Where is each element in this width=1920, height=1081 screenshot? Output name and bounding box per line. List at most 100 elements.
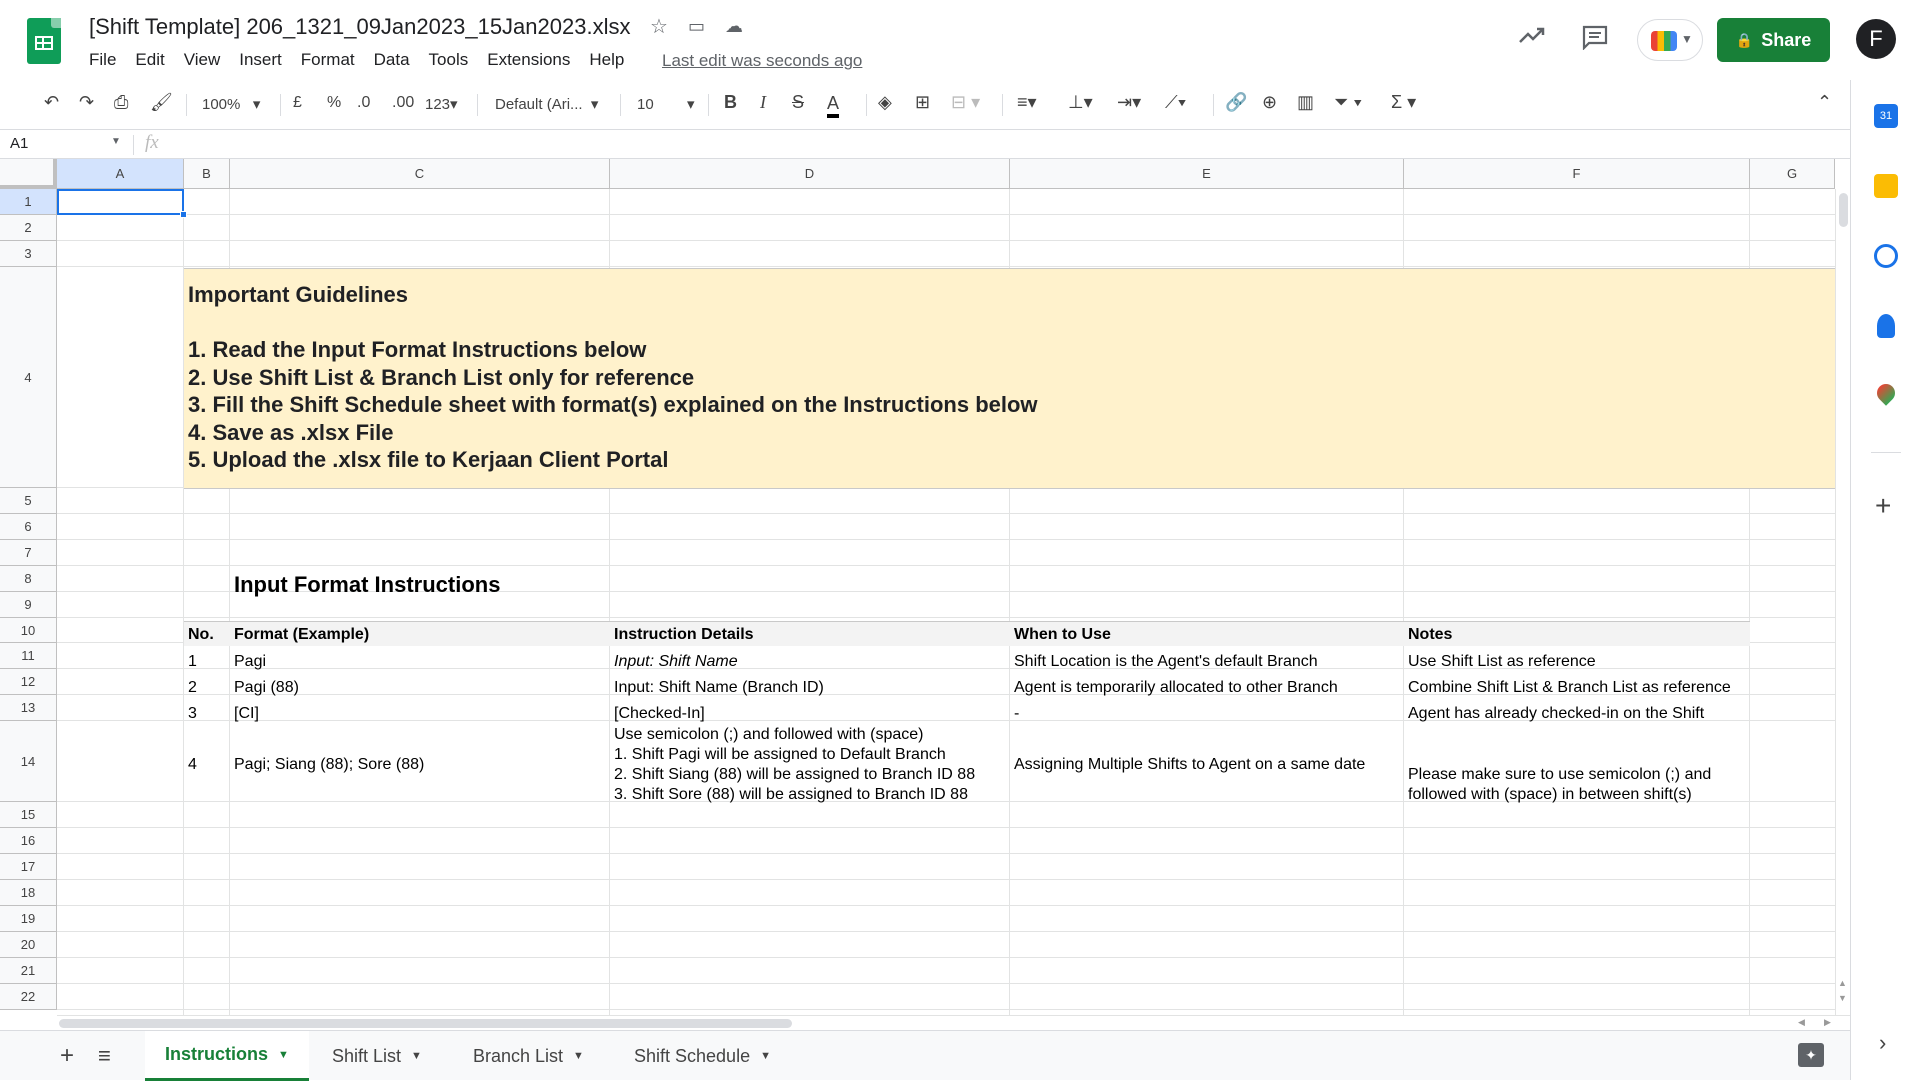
font-size-select[interactable]: 10 ▾ (637, 95, 695, 113)
zoom-select[interactable]: 100% ▾ (202, 95, 260, 113)
sheets-logo-icon[interactable] (27, 18, 61, 64)
row-header-19[interactable]: 19 (0, 906, 57, 932)
calendar-icon[interactable]: 31 (1874, 104, 1898, 128)
menu-file[interactable]: File (89, 50, 116, 70)
strikethrough-button[interactable]: S (792, 92, 804, 113)
fill-color-icon[interactable]: ◈ (878, 92, 892, 113)
cloud-status-icon[interactable]: ☁ (725, 16, 743, 37)
text-color-button[interactable]: A (827, 92, 840, 118)
spreadsheet-grid[interactable]: A B C D E F G 1 2 3 4 5 6 7 8 9 10 11 12 13 14 15 16 17 1… (0, 159, 1835, 1015)
functions-icon[interactable]: Σ ▾ (1391, 92, 1416, 113)
active-cell-selection[interactable] (57, 189, 184, 215)
menu-help[interactable]: Help (589, 50, 624, 70)
menu-extensions[interactable]: Extensions (487, 50, 570, 70)
comments-icon[interactable] (1581, 24, 1609, 57)
percent-format-button[interactable]: % (327, 94, 341, 112)
merge-cells-icon[interactable]: ⊟ ▾ (951, 92, 980, 113)
meet-button[interactable]: ▼ (1637, 19, 1703, 61)
column-header-d[interactable]: D (610, 159, 1010, 189)
move-folder-icon[interactable]: ▭ (688, 16, 705, 37)
scroll-up-arrow-icon[interactable]: ▲ (1838, 978, 1847, 988)
insert-link-icon[interactable]: 🔗 (1225, 92, 1247, 113)
row-header-18[interactable]: 18 (0, 880, 57, 906)
menu-tools[interactable]: Tools (429, 50, 469, 70)
tab-instructions[interactable]: Instructions ▼ (145, 1031, 309, 1081)
print-icon[interactable]: ⎙ (114, 92, 128, 113)
tasks-icon[interactable] (1874, 244, 1898, 268)
collapse-toolbar-icon[interactable]: ⌃ (1817, 92, 1832, 113)
explore-icon[interactable]: ✦ (1798, 1043, 1824, 1067)
column-header-g[interactable]: G (1750, 159, 1835, 189)
vertical-scroll-thumb[interactable] (1839, 193, 1848, 227)
undo-icon[interactable]: ↶ (44, 92, 59, 113)
row-header-10[interactable]: 10 (0, 618, 57, 643)
share-button[interactable]: 🔒 Share (1717, 18, 1830, 62)
filter-icon[interactable]: ⏷ ▾ (1334, 92, 1362, 113)
column-header-b[interactable]: B (184, 159, 230, 189)
row-header-22[interactable]: 22 (0, 984, 57, 1010)
font-select[interactable]: Default (Ari... ▾ (495, 95, 598, 113)
menu-insert[interactable]: Insert (239, 50, 282, 70)
menu-data[interactable]: Data (374, 50, 410, 70)
row-header-12[interactable]: 12 (0, 669, 57, 695)
horizontal-align-icon[interactable]: ≡▾ (1017, 92, 1037, 113)
row-header-11[interactable]: 11 (0, 643, 57, 669)
insert-chart-icon[interactable]: ▥ (1297, 92, 1314, 113)
column-header-f[interactable]: F (1404, 159, 1750, 189)
keep-icon[interactable] (1874, 174, 1898, 198)
row-header-8[interactable]: 8 (0, 566, 57, 592)
menu-view[interactable]: View (184, 50, 221, 70)
row-header-7[interactable]: 7 (0, 540, 57, 566)
row-header-13[interactable]: 13 (0, 695, 57, 721)
row-header-1[interactable]: 1 (0, 189, 57, 215)
more-formats-select[interactable]: 123▾ (425, 95, 458, 113)
expand-panel-icon[interactable]: › (1879, 1030, 1886, 1056)
scroll-left-arrow-icon[interactable]: ◀ (1798, 1017, 1805, 1028)
row-header-5[interactable]: 5 (0, 488, 57, 514)
name-box[interactable]: A1 (10, 135, 28, 152)
star-icon[interactable]: ☆ (650, 14, 668, 39)
column-header-a[interactable]: A (57, 159, 184, 189)
last-edit-link[interactable]: Last edit was seconds ago (662, 51, 862, 71)
fill-handle[interactable] (180, 211, 187, 218)
tab-branch-list[interactable]: Branch List ▼ (453, 1031, 604, 1081)
name-box-chevron-icon[interactable]: ▼ (111, 136, 121, 147)
vertical-align-icon[interactable]: ⊥▾ (1068, 92, 1093, 113)
row-header-3[interactable]: 3 (0, 241, 57, 267)
row-header-14[interactable]: 14 (0, 721, 57, 802)
paint-format-icon[interactable]: 🖌 (150, 92, 173, 113)
select-all-corner[interactable] (0, 159, 57, 189)
borders-icon[interactable]: ⊞ (915, 92, 930, 113)
scroll-right-arrow-icon[interactable]: ▶ (1824, 1017, 1831, 1028)
all-sheets-icon[interactable]: ≡ (98, 1043, 111, 1069)
increase-decimal-button[interactable]: .00 (392, 94, 414, 112)
horizontal-scrollbar[interactable]: ◀ ▶ (57, 1015, 1850, 1030)
formula-input[interactable] (183, 130, 1833, 158)
document-title[interactable]: [Shift Template] 206_1321_09Jan2023_15Ja… (89, 14, 630, 40)
bold-button[interactable]: B (724, 92, 737, 113)
text-rotation-icon[interactable]: ⟋▾ (1165, 92, 1186, 113)
text-wrapping-icon[interactable]: ⇥▾ (1117, 92, 1141, 113)
row-header-17[interactable]: 17 (0, 854, 57, 880)
redo-icon[interactable]: ↷ (79, 92, 94, 113)
menu-format[interactable]: Format (301, 50, 355, 70)
row-header-20[interactable]: 20 (0, 932, 57, 958)
row-header-6[interactable]: 6 (0, 514, 57, 540)
vertical-scrollbar[interactable]: ▲ ▼ (1835, 189, 1850, 1015)
tab-shift-schedule[interactable]: Shift Schedule ▼ (614, 1031, 791, 1081)
get-addons-icon[interactable]: + (1875, 490, 1891, 522)
tab-shift-list[interactable]: Shift List ▼ (312, 1031, 442, 1081)
italic-button[interactable]: I (760, 92, 766, 113)
column-header-e[interactable]: E (1010, 159, 1404, 189)
avatar[interactable]: F (1856, 19, 1896, 59)
row-header-15[interactable]: 15 (0, 802, 57, 828)
contacts-icon[interactable] (1877, 314, 1895, 338)
column-header-c[interactable]: C (230, 159, 610, 189)
row-header-21[interactable]: 21 (0, 958, 57, 984)
row-header-2[interactable]: 2 (0, 215, 57, 241)
menu-edit[interactable]: Edit (135, 50, 164, 70)
add-sheet-icon[interactable]: + (60, 1042, 74, 1070)
maps-icon[interactable] (1873, 380, 1899, 406)
currency-format-button[interactable]: £ (293, 94, 302, 112)
scroll-down-arrow-icon[interactable]: ▼ (1838, 993, 1847, 1003)
